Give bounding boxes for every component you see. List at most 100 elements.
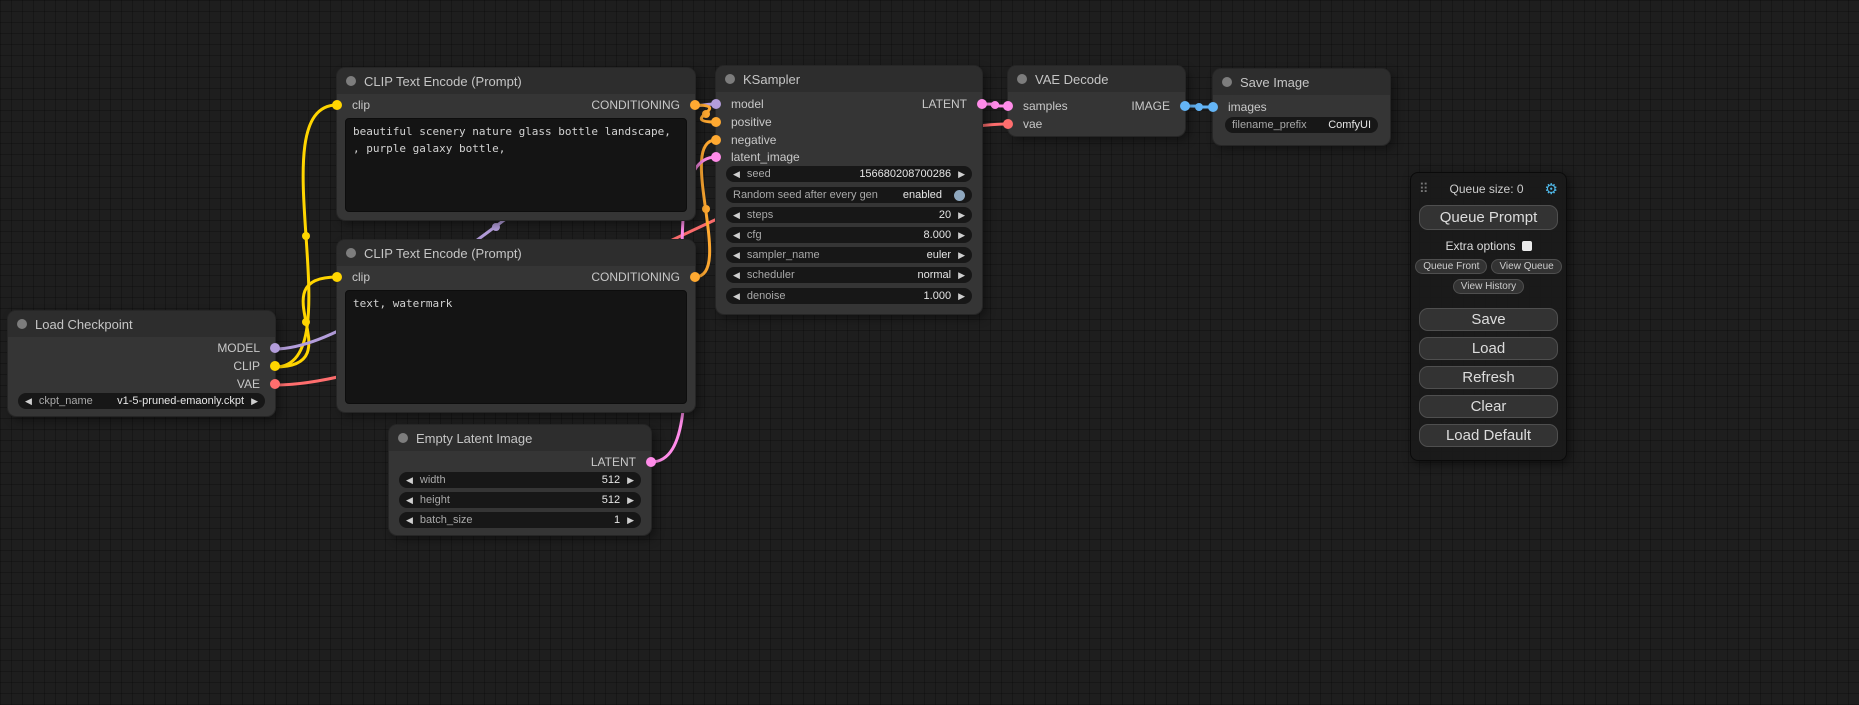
images-input-port[interactable] — [1208, 102, 1218, 112]
clip-input-port[interactable] — [332, 272, 342, 282]
increment-arrow-icon[interactable]: ▶ — [627, 516, 634, 525]
decrement-arrow-icon[interactable]: ◀ — [733, 292, 740, 301]
widget-cfg[interactable]: ◀ cfg 8.000 ▶ — [726, 227, 972, 243]
clear-button[interactable]: Clear — [1419, 395, 1558, 418]
widget-filename-prefix[interactable]: filename_prefix ComfyUI — [1225, 117, 1378, 133]
node-title-bar[interactable]: CLIP Text Encode (Prompt) — [337, 240, 695, 266]
collapse-dot-icon[interactable] — [1222, 77, 1232, 87]
link-midpoint-dot — [702, 110, 710, 118]
node-title-bar[interactable]: KSampler — [716, 66, 982, 92]
samples-input-port[interactable] — [1003, 101, 1013, 111]
clip-input-port[interactable] — [332, 100, 342, 110]
increment-arrow-icon[interactable]: ▶ — [958, 251, 965, 260]
image-output-port[interactable] — [1180, 101, 1190, 111]
model-input-port[interactable] — [711, 99, 721, 109]
widget-sampler-name[interactable]: ◀ sampler_name euler ▶ — [726, 247, 972, 263]
widget-ckpt-name[interactable]: ◀ ckpt_name v1-5-pruned-emaonly.ckpt ▶ — [18, 393, 265, 409]
clip-output-port[interactable] — [270, 361, 280, 371]
queue-front-button[interactable]: Queue Front — [1415, 259, 1487, 274]
collapse-dot-icon[interactable] — [17, 319, 27, 329]
toggle-knob[interactable] — [954, 190, 965, 201]
slot-label: CONDITIONING — [591, 98, 680, 112]
collapse-dot-icon[interactable] — [725, 74, 735, 84]
node-title-bar[interactable]: Load Checkpoint — [8, 311, 275, 337]
collapse-dot-icon[interactable] — [346, 76, 356, 86]
collapse-dot-icon[interactable] — [346, 248, 356, 258]
node-title-bar[interactable]: VAE Decode — [1008, 66, 1185, 92]
extra-options-checkbox[interactable] — [1522, 241, 1532, 251]
increment-arrow-icon[interactable]: ▶ — [958, 211, 965, 220]
widget-value: 156680208700286 — [859, 168, 951, 180]
node-title: Save Image — [1240, 75, 1309, 90]
increment-arrow-icon[interactable]: ▶ — [958, 271, 965, 280]
model-output-port[interactable] — [270, 343, 280, 353]
decrement-arrow-icon[interactable]: ◀ — [406, 516, 413, 525]
increment-arrow-icon[interactable]: ▶ — [958, 170, 965, 179]
latent-output-port[interactable] — [977, 99, 987, 109]
decrement-arrow-icon[interactable]: ◀ — [406, 476, 413, 485]
input-slot-latent-image: latent_image — [716, 148, 800, 166]
slot-label: samples — [1023, 99, 1068, 113]
widget-batch-size[interactable]: ◀ batch_size 1 ▶ — [399, 512, 641, 528]
increment-arrow-icon[interactable]: ▶ — [627, 496, 634, 505]
link-midpoint-dot — [702, 205, 710, 213]
settings-gear-icon[interactable]: ⚙ — [1545, 180, 1558, 198]
negative-prompt-textarea[interactable]: text, watermark — [345, 290, 687, 404]
widget-name-label: Random seed after every gen — [733, 189, 878, 201]
view-history-button[interactable]: View History — [1453, 279, 1524, 294]
vae-output-port[interactable] — [270, 379, 280, 389]
widget-random-seed-toggle[interactable]: Random seed after every gen enabled — [726, 187, 972, 203]
decrement-arrow-icon[interactable]: ◀ — [733, 251, 740, 260]
node-clip-text-encode-negative[interactable]: CLIP Text Encode (Prompt) clip CONDITION… — [337, 240, 695, 412]
conditioning-output-port[interactable] — [690, 100, 700, 110]
widget-height[interactable]: ◀ height 512 ▶ — [399, 492, 641, 508]
vae-input-port[interactable] — [1003, 119, 1013, 129]
slot-label: VAE — [237, 377, 260, 391]
positive-input-port[interactable] — [711, 117, 721, 127]
negative-input-port[interactable] — [711, 135, 721, 145]
decrement-arrow-icon[interactable]: ◀ — [733, 271, 740, 280]
decrement-arrow-icon[interactable]: ◀ — [733, 231, 740, 240]
node-title-bar[interactable]: Empty Latent Image — [389, 425, 651, 451]
latent-image-input-port[interactable] — [711, 152, 721, 162]
widget-name-label: scheduler — [747, 269, 795, 281]
latent-output-port[interactable] — [646, 457, 656, 467]
widget-scheduler[interactable]: ◀ scheduler normal ▶ — [726, 267, 972, 283]
node-graph-canvas[interactable]: Load Checkpoint MODEL CLIP VAE ◀ ckpt_na… — [0, 0, 1859, 705]
widget-seed[interactable]: ◀ seed 156680208700286 ▶ — [726, 166, 972, 182]
widget-name-label: batch_size — [420, 514, 473, 526]
node-empty-latent-image[interactable]: Empty Latent Image LATENT ◀ width 512 ▶ … — [389, 425, 651, 535]
node-save-image[interactable]: Save Image images filename_prefix ComfyU… — [1213, 69, 1390, 145]
queue-prompt-button[interactable]: Queue Prompt — [1419, 205, 1558, 230]
node-title-bar[interactable]: CLIP Text Encode (Prompt) — [337, 68, 695, 94]
increment-arrow-icon[interactable]: ▶ — [958, 231, 965, 240]
load-default-button[interactable]: Load Default — [1419, 424, 1558, 447]
menu-header: ⠿ Queue size: 0 ⚙ — [1419, 180, 1558, 198]
node-ksampler[interactable]: KSampler model positive negative latent_… — [716, 66, 982, 314]
widget-value: 1 — [614, 514, 620, 526]
slot-label: MODEL — [217, 341, 260, 355]
drag-handle-icon[interactable]: ⠿ — [1419, 181, 1429, 197]
increment-arrow-icon[interactable]: ▶ — [627, 476, 634, 485]
node-load-checkpoint[interactable]: Load Checkpoint MODEL CLIP VAE ◀ ckpt_na… — [8, 311, 275, 416]
node-vae-decode[interactable]: VAE Decode samples vae IMAGE — [1008, 66, 1185, 136]
decrement-arrow-icon[interactable]: ◀ — [733, 211, 740, 220]
increment-arrow-icon[interactable]: ▶ — [958, 292, 965, 301]
widget-width[interactable]: ◀ width 512 ▶ — [399, 472, 641, 488]
decrement-arrow-icon[interactable]: ◀ — [25, 397, 32, 406]
decrement-arrow-icon[interactable]: ◀ — [733, 170, 740, 179]
view-queue-button[interactable]: View Queue — [1491, 259, 1561, 274]
load-button[interactable]: Load — [1419, 337, 1558, 360]
widget-denoise[interactable]: ◀ denoise 1.000 ▶ — [726, 288, 972, 304]
node-clip-text-encode-positive[interactable]: CLIP Text Encode (Prompt) clip CONDITION… — [337, 68, 695, 220]
collapse-dot-icon[interactable] — [398, 433, 408, 443]
refresh-button[interactable]: Refresh — [1419, 366, 1558, 389]
collapse-dot-icon[interactable] — [1017, 74, 1027, 84]
save-button[interactable]: Save — [1419, 308, 1558, 331]
increment-arrow-icon[interactable]: ▶ — [251, 397, 258, 406]
node-title-bar[interactable]: Save Image — [1213, 69, 1390, 95]
positive-prompt-textarea[interactable]: beautiful scenery nature glass bottle la… — [345, 118, 687, 212]
widget-steps[interactable]: ◀ steps 20 ▶ — [726, 207, 972, 223]
conditioning-output-port[interactable] — [690, 272, 700, 282]
decrement-arrow-icon[interactable]: ◀ — [406, 496, 413, 505]
